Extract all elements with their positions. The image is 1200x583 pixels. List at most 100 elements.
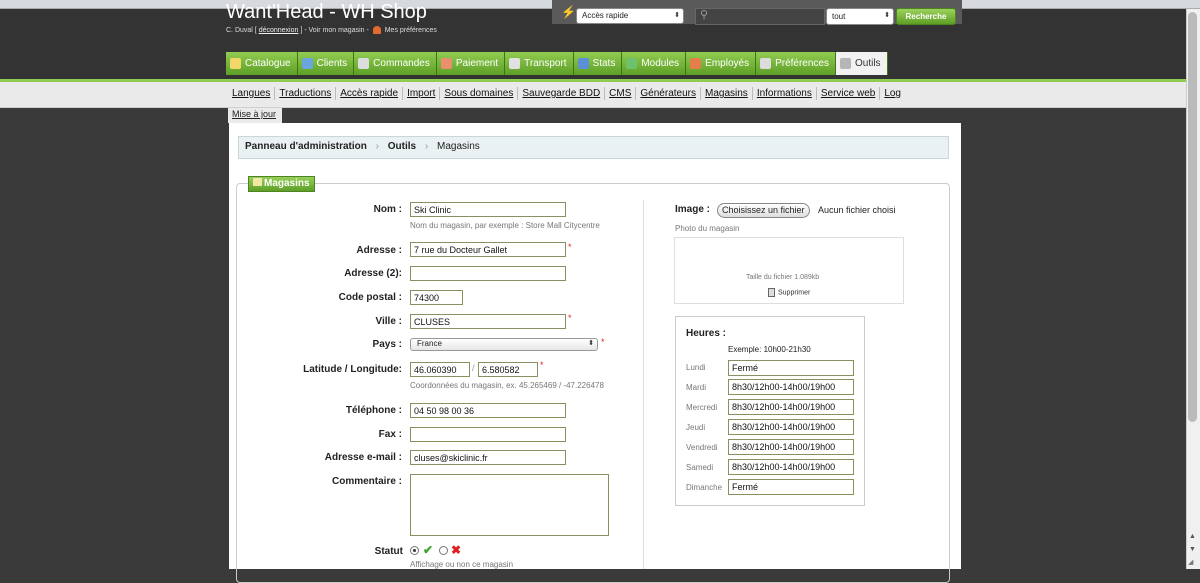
- search-button[interactable]: Recherche: [896, 8, 956, 25]
- postcode-input[interactable]: [410, 290, 463, 305]
- tab-label: Catalogue: [245, 58, 291, 69]
- latlng-separator: /: [472, 363, 475, 373]
- country-select[interactable]: France ⬍: [410, 338, 598, 351]
- tab-label: Stats: [592, 58, 616, 69]
- day-label: Samedi: [686, 463, 714, 472]
- tab-clients[interactable]: Clients: [297, 52, 355, 75]
- email-label: Adresse e-mail :: [324, 452, 402, 463]
- subnav-langues[interactable]: Langues: [228, 87, 276, 100]
- delete-image-link[interactable]: Supprimer: [768, 288, 810, 297]
- quick-access-select[interactable]: Accès rapide ⬍: [576, 8, 684, 24]
- breadcrumb-section[interactable]: Outils: [388, 141, 416, 152]
- tab-commandes[interactable]: Commandes: [354, 52, 437, 75]
- fax-input[interactable]: [410, 427, 566, 442]
- status-off-radio[interactable]: [439, 546, 448, 555]
- legend-label: Magasins: [264, 178, 310, 189]
- name-input[interactable]: [410, 202, 566, 217]
- breadcrumb-current: Magasins: [437, 141, 480, 152]
- comment-label: Commentaire :: [331, 476, 402, 487]
- tab-label: Commandes: [373, 58, 430, 69]
- trash-icon: [768, 288, 775, 297]
- latitude-input[interactable]: [410, 362, 470, 377]
- day-label: Dimanche: [686, 483, 723, 492]
- tab-label: Préférences: [775, 58, 829, 69]
- subnav-import[interactable]: Import: [403, 87, 441, 100]
- city-input[interactable]: [410, 314, 566, 329]
- tab-label: Outils: [854, 58, 881, 69]
- select-arrows-icon: ⬍: [674, 12, 680, 19]
- subnav-cms[interactable]: CMS: [605, 87, 637, 100]
- scroll-down-icon[interactable]: ▼: [1189, 546, 1196, 553]
- scrollbar-thumb[interactable]: [1188, 12, 1197, 422]
- subnav-traductions[interactable]: Traductions: [275, 87, 337, 100]
- tab-modules[interactable]: Modules: [622, 52, 687, 75]
- comment-textarea[interactable]: [410, 474, 609, 536]
- tab-employes[interactable]: Employés: [686, 52, 757, 75]
- day-label: Vendredi: [686, 443, 718, 452]
- resize-grip-icon: ◢: [1188, 559, 1194, 566]
- address-label: Adresse :: [356, 245, 402, 256]
- users-icon: [301, 58, 313, 69]
- hours-input-jeudi[interactable]: [728, 419, 854, 435]
- hours-input-mardi[interactable]: [728, 379, 854, 395]
- email-input[interactable]: [410, 450, 566, 465]
- hours-input-mercredi[interactable]: [728, 399, 854, 415]
- tab-paiement[interactable]: Paiement: [436, 52, 506, 75]
- view-shop-link[interactable]: ] - Voir mon magasin -: [300, 27, 370, 34]
- phone-input[interactable]: [410, 403, 566, 418]
- day-label: Lundi: [686, 363, 706, 372]
- lightning-icon: ⚡: [561, 5, 576, 19]
- shop-title: Want'Head - WH Shop: [226, 1, 427, 23]
- subnav-sous-domaines[interactable]: Sous domaines: [440, 87, 519, 100]
- scroll-up-icon[interactable]: ▲: [1189, 533, 1196, 540]
- update-link[interactable]: Mise à jour: [228, 108, 282, 123]
- hours-input-lundi[interactable]: [728, 360, 854, 376]
- hours-input-samedi[interactable]: [728, 459, 854, 475]
- sub-navigation: Langues Traductions Accès rapide Import …: [0, 82, 1186, 108]
- subnav-sauvegarde-bdd[interactable]: Sauvegarde BDD: [518, 87, 606, 100]
- payment-icon: [440, 58, 452, 69]
- no-file-text: Aucun fichier choisi: [818, 205, 896, 215]
- subnav-magasins[interactable]: Magasins: [701, 87, 753, 100]
- my-preferences-link[interactable]: Mes préférences: [385, 27, 437, 34]
- hours-input-dimanche[interactable]: [728, 479, 854, 495]
- name-hint: Nom du magasin, par exemple : Store Mall…: [410, 221, 600, 230]
- tab-label: Employés: [705, 58, 750, 69]
- longitude-input[interactable]: [478, 362, 538, 377]
- day-label: Jeudi: [686, 423, 706, 432]
- subnav-log[interactable]: Log: [880, 87, 905, 100]
- tab-catalogue[interactable]: Catalogue: [226, 52, 298, 75]
- subnav-acces-rapide[interactable]: Accès rapide: [336, 87, 404, 100]
- required-mark: *: [568, 242, 572, 252]
- image-label: Image :: [675, 204, 711, 215]
- day-label: Mercredi: [686, 403, 718, 412]
- breadcrumb-root[interactable]: Panneau d'administration: [245, 141, 367, 152]
- postcode-label: Code postal :: [338, 292, 402, 303]
- tab-stats[interactable]: Stats: [573, 52, 623, 75]
- name-label: Nom :: [373, 204, 402, 215]
- logout-link[interactable]: déconnexion: [259, 27, 299, 34]
- wrench-icon: [839, 58, 851, 69]
- fax-label: Fax :: [378, 429, 402, 440]
- hours-input-vendredi[interactable]: [728, 439, 854, 455]
- status-on-radio[interactable]: [410, 546, 419, 555]
- subnav-service-web[interactable]: Service web: [817, 87, 881, 100]
- search-input[interactable]: [695, 8, 825, 25]
- required-mark: *: [540, 360, 544, 370]
- search-scope-select[interactable]: tout ⬍: [826, 8, 894, 25]
- address-input[interactable]: [410, 242, 566, 257]
- subnav-generateurs[interactable]: Générateurs: [636, 87, 701, 100]
- form-legend: Magasins: [248, 176, 315, 192]
- image-hint: Photo du magasin: [675, 224, 740, 233]
- home-icon: [253, 178, 262, 186]
- tab-transport[interactable]: Transport: [505, 52, 574, 75]
- select-arrows-icon: ⬍: [884, 12, 890, 19]
- tab-preferences[interactable]: Préférences: [756, 52, 836, 75]
- status-label: Statut: [374, 546, 403, 557]
- tab-outils[interactable]: Outils: [835, 52, 888, 75]
- breadcrumb: Panneau d'administration › Outils › Maga…: [238, 136, 949, 159]
- address2-input[interactable]: [410, 266, 566, 281]
- subnav-informations[interactable]: Informations: [753, 87, 817, 100]
- choose-file-button[interactable]: Choisissez un fichier: [717, 203, 810, 218]
- preferences-hat-icon: [372, 26, 381, 34]
